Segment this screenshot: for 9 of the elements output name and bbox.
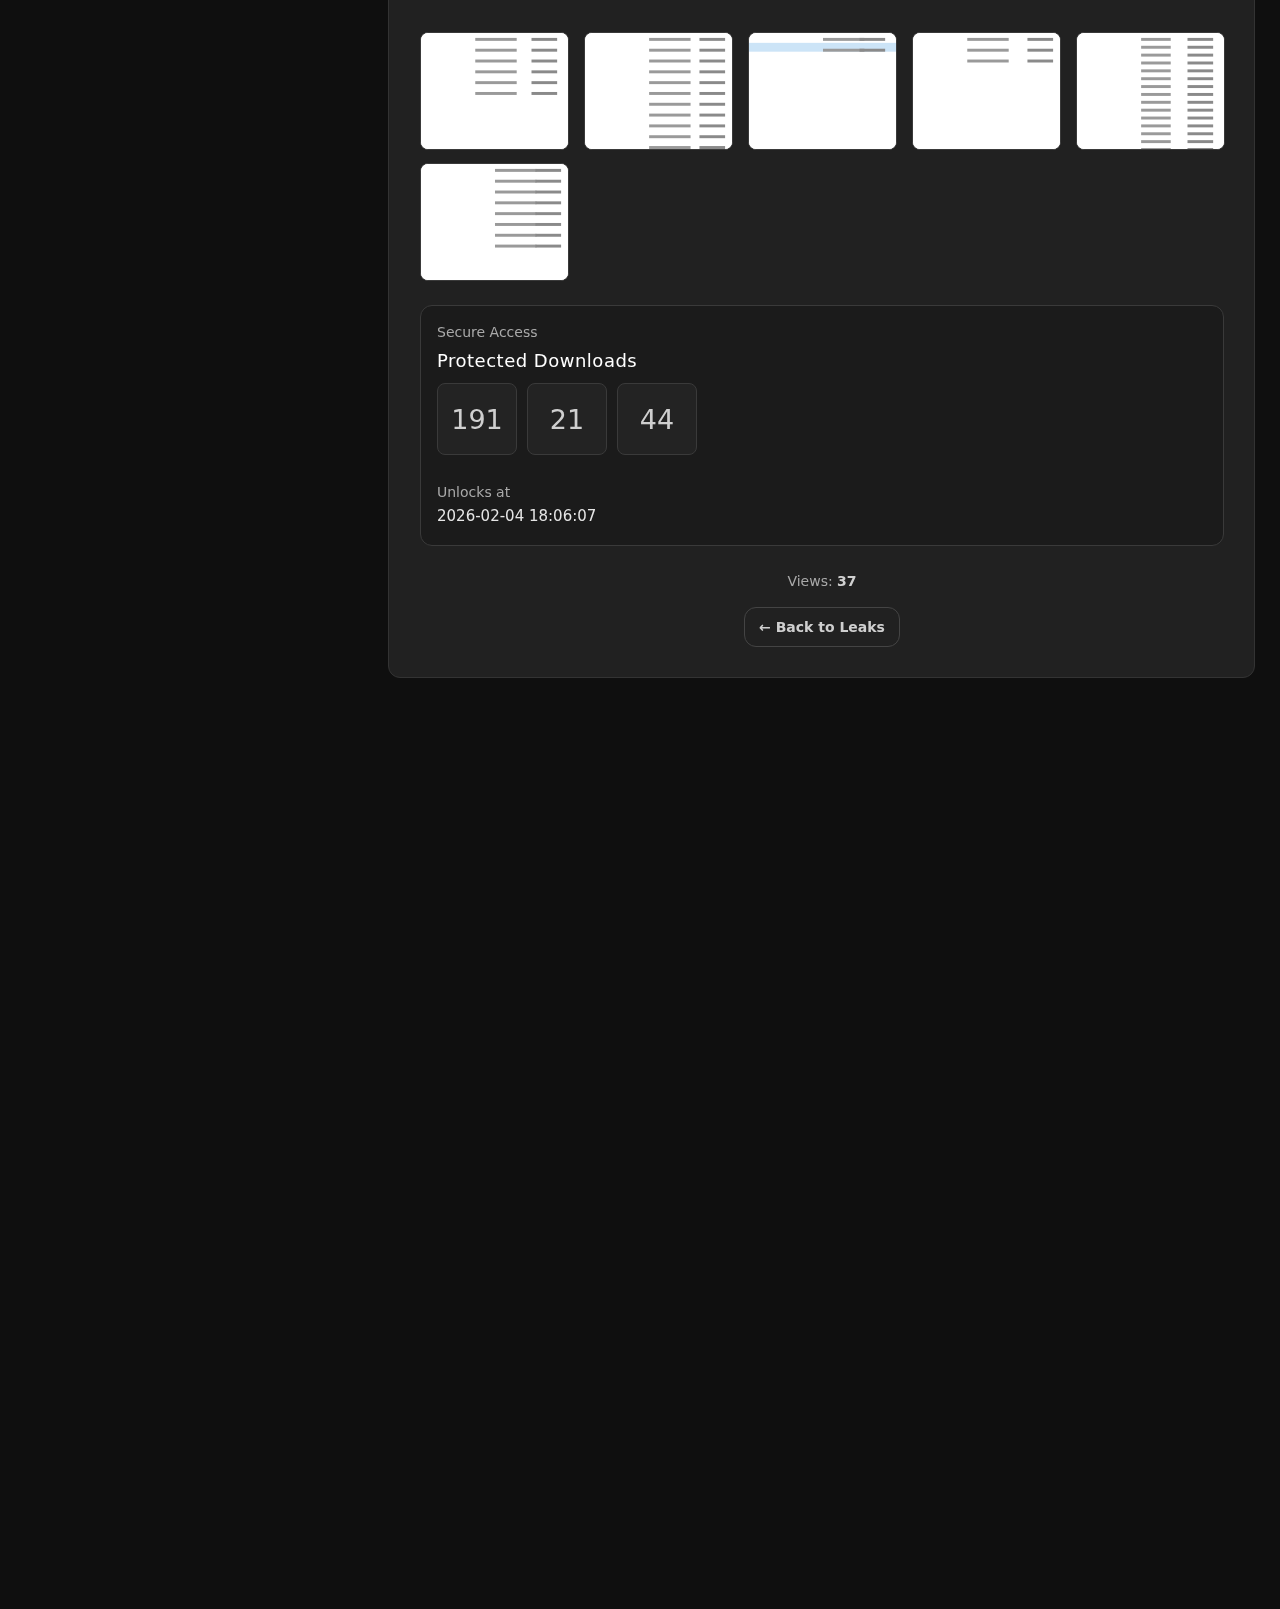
countdown-value: 44: [617, 383, 697, 455]
unlock-time: 2026-02-04 18:06:07: [437, 507, 598, 525]
back-button[interactable]: ← Back to Leaks: [744, 607, 900, 647]
section-label: Secure Access: [437, 324, 539, 340]
countdown-value: 21: [527, 383, 607, 455]
view-count: Views: 37: [786, 573, 858, 589]
section-title: Protected Downloads: [437, 350, 639, 371]
unlock-label: Unlocks at: [437, 484, 512, 500]
countdown-value: 191: [437, 383, 517, 455]
